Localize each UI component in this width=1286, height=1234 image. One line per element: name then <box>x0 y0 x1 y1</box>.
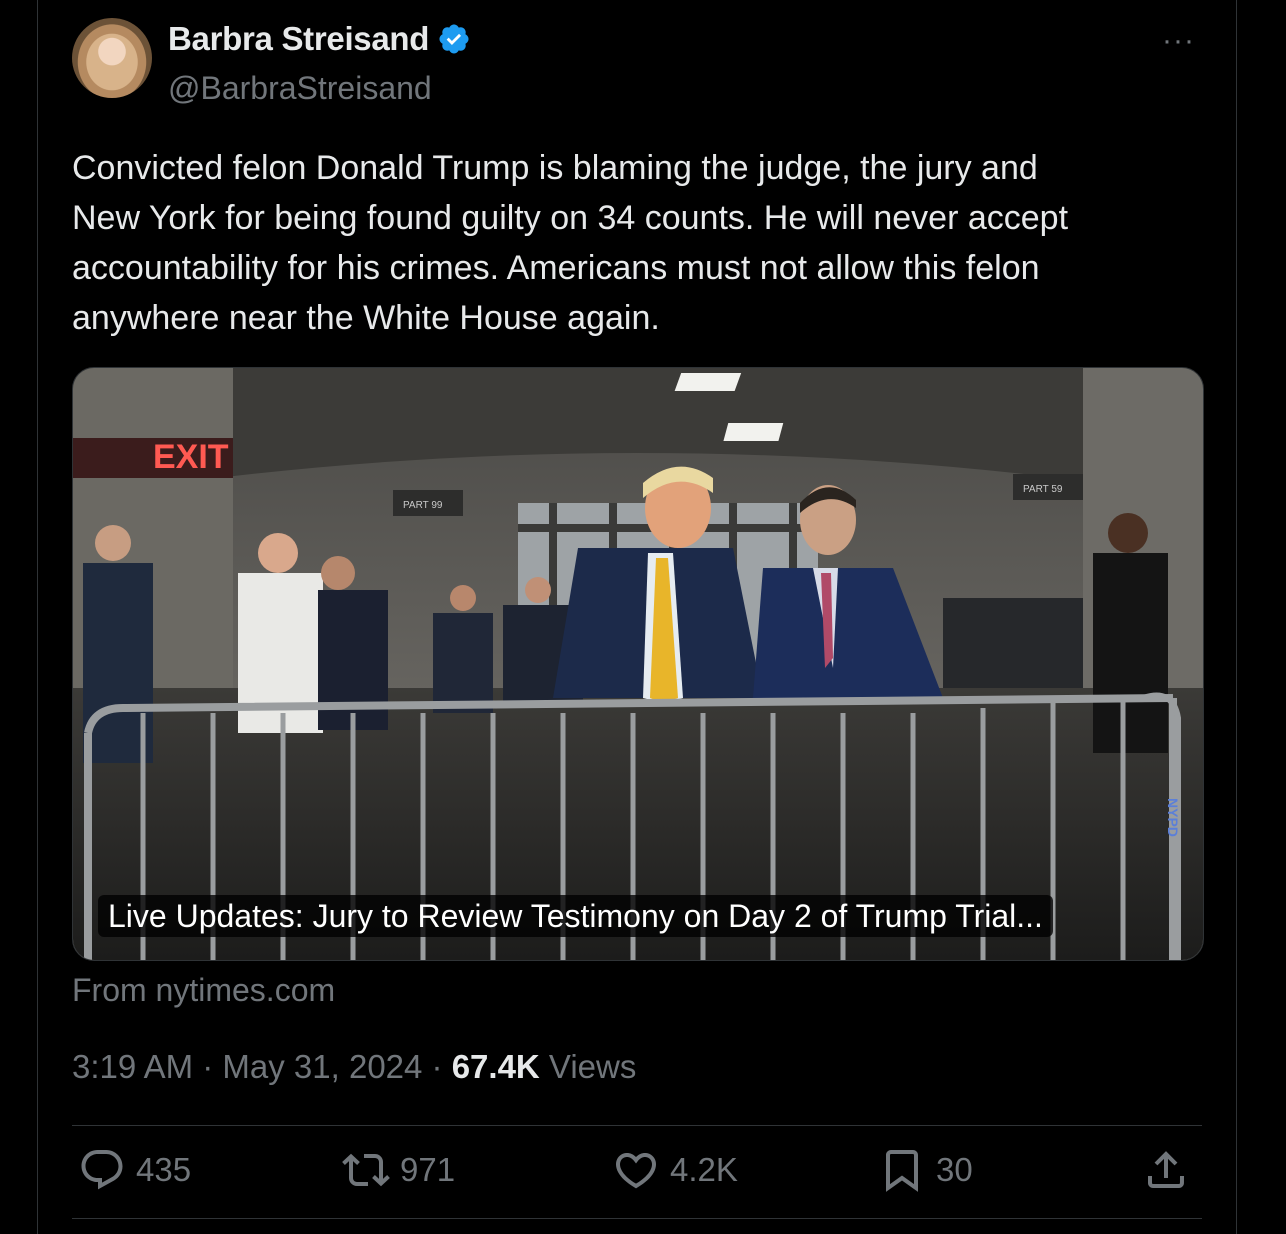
link-card-image[interactable]: EXIT PART 99 PART 59 NYPD <box>72 367 1204 961</box>
views-label: Views <box>539 1048 637 1085</box>
author-name[interactable]: Barbra Streisand <box>168 20 429 58</box>
meta-separator: · <box>193 1048 223 1085</box>
link-card-title[interactable]: Live Updates: Jury to Review Testimony o… <box>98 895 1053 937</box>
link-card-source[interactable]: From nytimes.com <box>72 972 335 1009</box>
repost-button[interactable]: 971 <box>342 1146 455 1194</box>
meta-separator: · <box>422 1048 452 1085</box>
views-count: 67.4K <box>451 1048 540 1085</box>
part-sign-left: PART 99 <box>403 500 443 511</box>
part-sign-right: PART 59 <box>1023 484 1063 495</box>
tweet-date[interactable]: May 31, 2024 <box>222 1048 422 1085</box>
author-name-row[interactable]: Barbra Streisand <box>168 20 471 58</box>
tweet-meta: 3:19 AM · May 31, 2024 · 67.4K Views <box>72 1048 636 1086</box>
more-icon[interactable]: ··· <box>1162 26 1195 56</box>
nypd-label: NYPD <box>1165 798 1181 837</box>
bookmark-count: 30 <box>936 1151 973 1188</box>
avatar[interactable] <box>72 18 152 98</box>
tweet-text: Convicted felon Donald Trump is blaming … <box>72 149 1069 337</box>
like-count: 4.2K <box>670 1151 738 1188</box>
reply-count: 435 <box>136 1151 192 1188</box>
reply-button[interactable]: 435 <box>78 1146 191 1194</box>
author-handle[interactable]: @BarbraStreisand <box>168 70 432 107</box>
verified-badge-icon <box>439 24 469 54</box>
bookmark-icon <box>886 1150 918 1192</box>
bookmark-button[interactable]: 30 <box>878 1146 973 1194</box>
courthouse-photo: EXIT PART 99 PART 59 NYPD <box>73 368 1203 960</box>
repost-icon <box>342 1153 390 1187</box>
exit-sign: EXIT <box>153 438 229 476</box>
divider <box>72 1125 1202 1126</box>
column-border-right <box>1236 0 1237 1234</box>
divider <box>72 1218 1202 1219</box>
repost-count: 971 <box>400 1151 456 1188</box>
share-button[interactable] <box>1142 1146 1190 1194</box>
share-icon <box>1148 1151 1184 1188</box>
like-button[interactable]: 4.2K <box>612 1146 738 1194</box>
column-border-left <box>37 0 38 1234</box>
reply-icon <box>81 1150 123 1190</box>
tweet-time[interactable]: 3:19 AM <box>72 1048 193 1085</box>
like-icon <box>615 1153 657 1189</box>
